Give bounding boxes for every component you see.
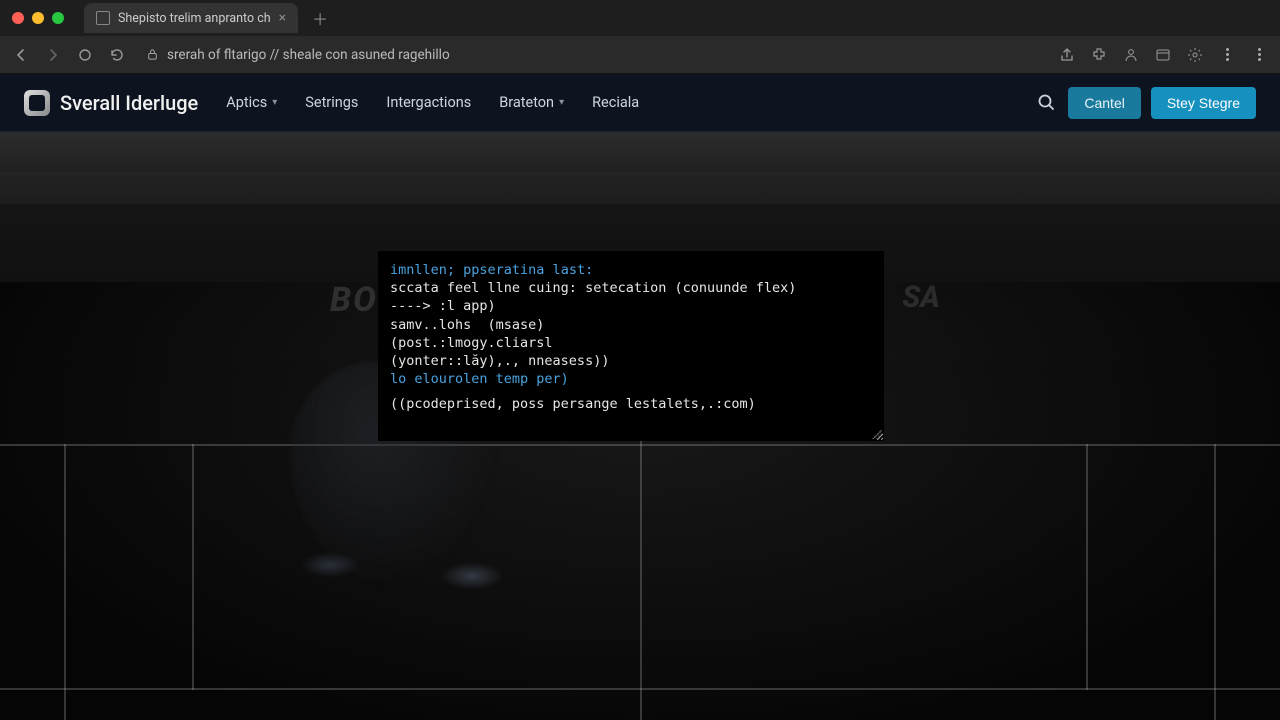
code-line: ((pcodeprised, poss persange lestalets,.…: [390, 395, 872, 413]
bg-brand-text-left: BO: [330, 280, 378, 320]
chevron-down-icon: ▾: [272, 97, 277, 108]
browser-tab[interactable]: Shepisto trelim anpranto ch ×: [84, 3, 298, 33]
nav-label: Intergactions: [386, 94, 471, 111]
nav-label: Brateton: [499, 94, 554, 111]
back-icon[interactable]: [12, 46, 30, 64]
nav-item-aptics[interactable]: Aptics ▾: [226, 94, 277, 111]
address-bar: srerah of fltarigo // sheale con asuned …: [0, 36, 1280, 74]
reload-icon[interactable]: [108, 46, 126, 64]
settings-gear-icon[interactable]: [1186, 46, 1204, 64]
header-actions: Cantel Stey Stegre: [1036, 87, 1256, 119]
tab-close-icon[interactable]: ×: [279, 10, 286, 26]
profile-icon[interactable]: [1122, 46, 1140, 64]
maximize-window-icon[interactable]: [52, 12, 64, 24]
code-console[interactable]: imnllen; ppseratina last: sccata feel ll…: [378, 251, 884, 441]
code-line: lo elourolen temp per): [390, 370, 872, 388]
hero-section: BO SA imnllen; ppseratina last: sccata f…: [0, 132, 1280, 720]
close-window-icon[interactable]: [12, 12, 24, 24]
browser-actions: [1058, 46, 1268, 64]
tab-title: Shepisto trelim anpranto ch: [118, 11, 271, 26]
nav-item-reciala[interactable]: Reciala: [592, 94, 639, 111]
chevron-down-icon: ▾: [559, 97, 564, 108]
refresh-outline-icon[interactable]: [76, 46, 94, 64]
code-line: ----> :l app): [390, 297, 872, 315]
nav-item-setrings[interactable]: Setrings: [305, 94, 358, 111]
brand-name: Sverall Iderluge: [60, 91, 198, 115]
tab-bar: Shepisto trelim anpranto ch × ＋: [0, 0, 1280, 36]
panel-icon[interactable]: [1154, 46, 1172, 64]
code-line: samv..lohs (msase): [390, 316, 872, 334]
tab-favicon-icon: [96, 11, 110, 25]
new-tab-icon[interactable]: ＋: [312, 6, 328, 30]
bg-brand-text-right: SA: [902, 280, 940, 315]
forward-icon[interactable]: [44, 46, 62, 64]
url-text: srerah of fltarigo // sheale con asuned …: [167, 47, 450, 63]
cancel-button[interactable]: Cantel: [1068, 87, 1140, 119]
minimize-window-icon[interactable]: [32, 12, 44, 24]
nav-label: Aptics: [226, 94, 267, 111]
nav-item-brateton[interactable]: Brateton ▾: [499, 94, 564, 111]
browser-menu-icon[interactable]: [1218, 46, 1236, 64]
search-icon[interactable]: [1036, 92, 1058, 114]
code-line: (post.:lmogy.cliarsl: [390, 334, 872, 352]
share-icon[interactable]: [1058, 46, 1076, 64]
code-line: sccata feel llne cuing: setecation (conu…: [390, 279, 872, 297]
site-header: Sverall Iderluge Aptics ▾ Setrings Inter…: [0, 74, 1280, 132]
browser-chrome: Shepisto trelim anpranto ch × ＋ srerah o…: [0, 0, 1280, 74]
overflow-menu-icon[interactable]: [1250, 46, 1268, 64]
code-line: imnllen; ppseratina last:: [390, 261, 872, 279]
nav-label: Reciala: [592, 94, 639, 111]
extensions-icon[interactable]: [1090, 46, 1108, 64]
nav-item-intergactions[interactable]: Intergactions: [386, 94, 471, 111]
nav-label: Setrings: [305, 94, 358, 111]
primary-action-button[interactable]: Stey Stegre: [1151, 87, 1256, 119]
brand-logo-icon: [24, 90, 50, 116]
window-controls: [8, 12, 72, 24]
main-nav: Aptics ▾ Setrings Intergactions Brateton…: [226, 94, 639, 111]
lock-icon: [146, 48, 159, 61]
brand[interactable]: Sverall Iderluge: [24, 90, 198, 116]
code-line: (yonter::lăy),., nneasess)): [390, 352, 872, 370]
url-field[interactable]: srerah of fltarigo // sheale con asuned …: [140, 47, 1044, 63]
